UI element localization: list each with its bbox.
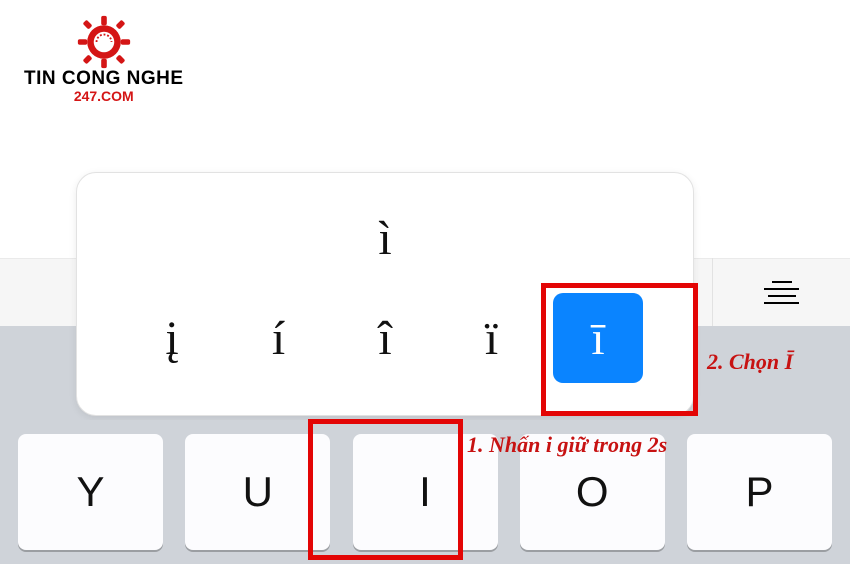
annotation-step1: 1. Nhấn i giữ trong 2s bbox=[467, 432, 667, 458]
text-align-button[interactable] bbox=[712, 258, 850, 326]
accent-option-1[interactable]: í bbox=[234, 293, 324, 383]
accent-popup: ì į í î ï ī bbox=[76, 172, 694, 416]
annotation-step2: 2. Chọn Ī bbox=[707, 349, 793, 375]
accent-option-3[interactable]: ï bbox=[447, 293, 537, 383]
site-logo: TIN CONG NGHE 247.COM bbox=[24, 14, 184, 104]
key-p[interactable]: P bbox=[687, 434, 832, 550]
justify-icon bbox=[762, 281, 802, 304]
accent-option-2[interactable]: î bbox=[340, 293, 430, 383]
accent-options-row: į í î ï ī bbox=[107, 283, 663, 393]
accent-option-4[interactable]: ī bbox=[553, 293, 643, 383]
accent-option-0[interactable]: į bbox=[127, 293, 217, 383]
gear-icon bbox=[76, 14, 132, 70]
key-y[interactable]: Y bbox=[18, 434, 163, 550]
popup-preview-char: ì bbox=[378, 211, 391, 266]
keyboard-row: Y U I O P bbox=[0, 420, 850, 564]
logo-text-line1: TIN CONG NGHE bbox=[24, 68, 184, 90]
key-u[interactable]: U bbox=[185, 434, 330, 550]
logo-text-line2: 247.COM bbox=[74, 88, 134, 104]
